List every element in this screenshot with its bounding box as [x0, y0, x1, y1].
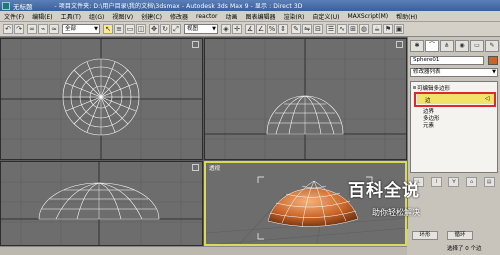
menu-file[interactable]: 文件(F): [0, 12, 28, 21]
select-object-icon[interactable]: ↖: [103, 24, 113, 34]
menu-rendering[interactable]: 渲染(R): [280, 12, 309, 21]
select-and-move-icon[interactable]: ✥: [149, 24, 159, 34]
reference-coordinate-value: 视图: [187, 26, 199, 32]
object-name-field[interactable]: Sphere01: [410, 56, 484, 65]
window-title: - 项目文件夹: D:\用户目录\我的文档\3dsmax - Autodesk …: [54, 3, 303, 10]
remove-modifier-icon[interactable]: ⌂: [466, 177, 478, 187]
document-name: 无标题: [13, 2, 33, 11]
redo-icon[interactable]: ↷: [14, 24, 24, 34]
motion-tab-icon[interactable]: ◉: [455, 40, 469, 52]
menu-create[interactable]: 创建(C): [137, 12, 166, 21]
viewport-left[interactable]: [0, 161, 203, 246]
curve-editor-icon[interactable]: ∿: [337, 24, 347, 34]
unlink-icon[interactable]: ⌁: [38, 24, 48, 34]
align-icon[interactable]: ⊟: [313, 24, 323, 34]
reference-coordinate-select[interactable]: 视图 ▼: [184, 24, 218, 34]
hemisphere-front-wireframe: [266, 95, 344, 135]
chevron-down-icon: ▼: [94, 26, 98, 32]
highlight-box: [414, 92, 496, 107]
menu-help[interactable]: 帮助(H): [392, 12, 421, 21]
select-and-scale-icon[interactable]: ⤢: [171, 24, 181, 34]
command-panel-tabs: ✱ ⌒ ⋔ ◉ ▭ ✎: [410, 40, 499, 52]
modifier-list-label: 修改器列表: [413, 69, 441, 75]
make-unique-icon[interactable]: ∀: [448, 177, 460, 187]
menu-maxscript[interactable]: MAXScript(M): [343, 13, 392, 20]
menu-animation[interactable]: 动画: [222, 12, 242, 21]
stack-tools: ⊥ I ∀ ⌂ ▤: [410, 176, 498, 188]
window-crossing-icon[interactable]: ◫: [136, 24, 146, 34]
utilities-tab-icon[interactable]: ✎: [485, 40, 499, 52]
chevron-down-icon: ▼: [212, 26, 216, 32]
menu-bar: 文件(F) 编辑(E) 工具(T) 组(G) 视图(V) 创建(C) 修改器 r…: [0, 11, 500, 22]
status-strip: [0, 246, 407, 255]
chevron-down-icon: ▼: [492, 69, 496, 75]
menu-tools[interactable]: 工具(T): [57, 12, 85, 21]
selection-status: 选择了 0 个边: [447, 246, 482, 252]
named-selection-icon[interactable]: ✎: [291, 24, 301, 34]
select-by-name-icon[interactable]: ≡: [114, 24, 124, 34]
title-bar: 无标题 - 项目文件夹: D:\用户目录\我的文档\3dsmax - Autod…: [0, 0, 500, 11]
selection-filter-select[interactable]: 全部 ▼: [62, 24, 100, 34]
undo-icon[interactable]: ↶: [3, 24, 13, 34]
link-icon[interactable]: ∞: [27, 24, 37, 34]
menu-graph-editors[interactable]: 图表编辑器: [242, 12, 280, 21]
modifier-list-select[interactable]: 修改器列表 ▼: [410, 68, 498, 77]
viewport-corner-icon: [192, 164, 199, 171]
menu-reactor[interactable]: reactor: [192, 13, 222, 20]
select-and-rotate-icon[interactable]: ↻: [160, 24, 170, 34]
selection-rollout: 环形 循环 选择了 0 个边: [407, 229, 500, 255]
mirror-icon[interactable]: ⇋: [302, 24, 312, 34]
left-view-canvas: [1, 162, 202, 245]
menu-modifiers[interactable]: 修改器: [166, 12, 192, 21]
show-end-result-icon[interactable]: I: [430, 177, 442, 187]
ring-button[interactable]: 环形: [412, 231, 438, 240]
lightbulb-icon[interactable]: [413, 86, 416, 89]
stack-item-element[interactable]: 元素: [423, 121, 434, 129]
render-scene-icon[interactable]: ☕: [372, 24, 382, 34]
viewport-corner-icon: [396, 41, 403, 48]
configure-modifier-sets-icon[interactable]: ▤: [483, 177, 495, 187]
layer-manager-icon[interactable]: ☰: [326, 24, 336, 34]
pivot-center-icon[interactable]: ◈: [221, 24, 231, 34]
rectangular-selection-icon[interactable]: ▭: [125, 24, 135, 34]
watermark-title: 百科全说: [348, 181, 420, 201]
snap-toggle-icon[interactable]: ∡: [245, 24, 255, 34]
front-view-canvas: [205, 39, 406, 159]
top-view-canvas: [1, 39, 202, 159]
viewport-front[interactable]: [204, 38, 407, 160]
modify-tab-icon[interactable]: ⌒: [425, 40, 439, 52]
watermark-subtitle: 助你轻松解决: [372, 208, 420, 217]
quick-render-icon[interactable]: ⚑: [383, 24, 393, 34]
menu-views[interactable]: 视图(V): [108, 12, 137, 21]
select-and-manipulate-icon[interactable]: ✛: [232, 24, 242, 34]
angle-snap-icon[interactable]: ∠: [256, 24, 266, 34]
hierarchy-tab-icon[interactable]: ⋔: [440, 40, 454, 52]
percent-snap-icon[interactable]: %: [267, 24, 277, 34]
main-toolbar: ↶ ↷ ∞ ⌁ ≈ 全部 ▼ ↖ ≡ ▭ ◫ ✥ ↻ ⤢ 视图 ▼ ◈ ✛ ∡ …: [0, 22, 500, 37]
schematic-view-icon[interactable]: ⊞: [348, 24, 358, 34]
hemisphere-shaded: [267, 180, 359, 228]
material-editor-icon[interactable]: ◍: [359, 24, 369, 34]
menu-customize[interactable]: 自定义(U): [308, 12, 343, 21]
viewport-perspective[interactable]: 透视: [204, 161, 407, 246]
menu-group[interactable]: 组(G): [85, 12, 108, 21]
loop-button[interactable]: 循环: [447, 231, 473, 240]
object-color-swatch[interactable]: [488, 56, 498, 65]
viewport-perspective-label: 透视: [209, 166, 221, 172]
app-logo-icon: [2, 1, 10, 10]
spinner-snap-icon[interactable]: ⇕: [278, 24, 288, 34]
selection-filter-value: 全部: [65, 26, 77, 32]
sphere-top-wireframe: [62, 58, 140, 136]
render-type-icon[interactable]: ▣: [394, 24, 404, 34]
viewport-top[interactable]: [0, 38, 203, 160]
bind-space-warp-icon[interactable]: ≈: [49, 24, 59, 34]
menu-edit[interactable]: 编辑(E): [28, 12, 56, 21]
display-tab-icon[interactable]: ▭: [470, 40, 484, 52]
modifier-stack: 可编辑多边形 顶点 边 ◁ 边界 多边形 元素: [410, 81, 498, 173]
create-tab-icon[interactable]: ✱: [410, 40, 424, 52]
viewport-corner-icon: [192, 41, 199, 48]
command-panel: ✱ ⌒ ⋔ ◉ ▭ ✎ Sphere01 修改器列表 ▼ 可编辑多边形 顶点 边…: [407, 37, 500, 255]
